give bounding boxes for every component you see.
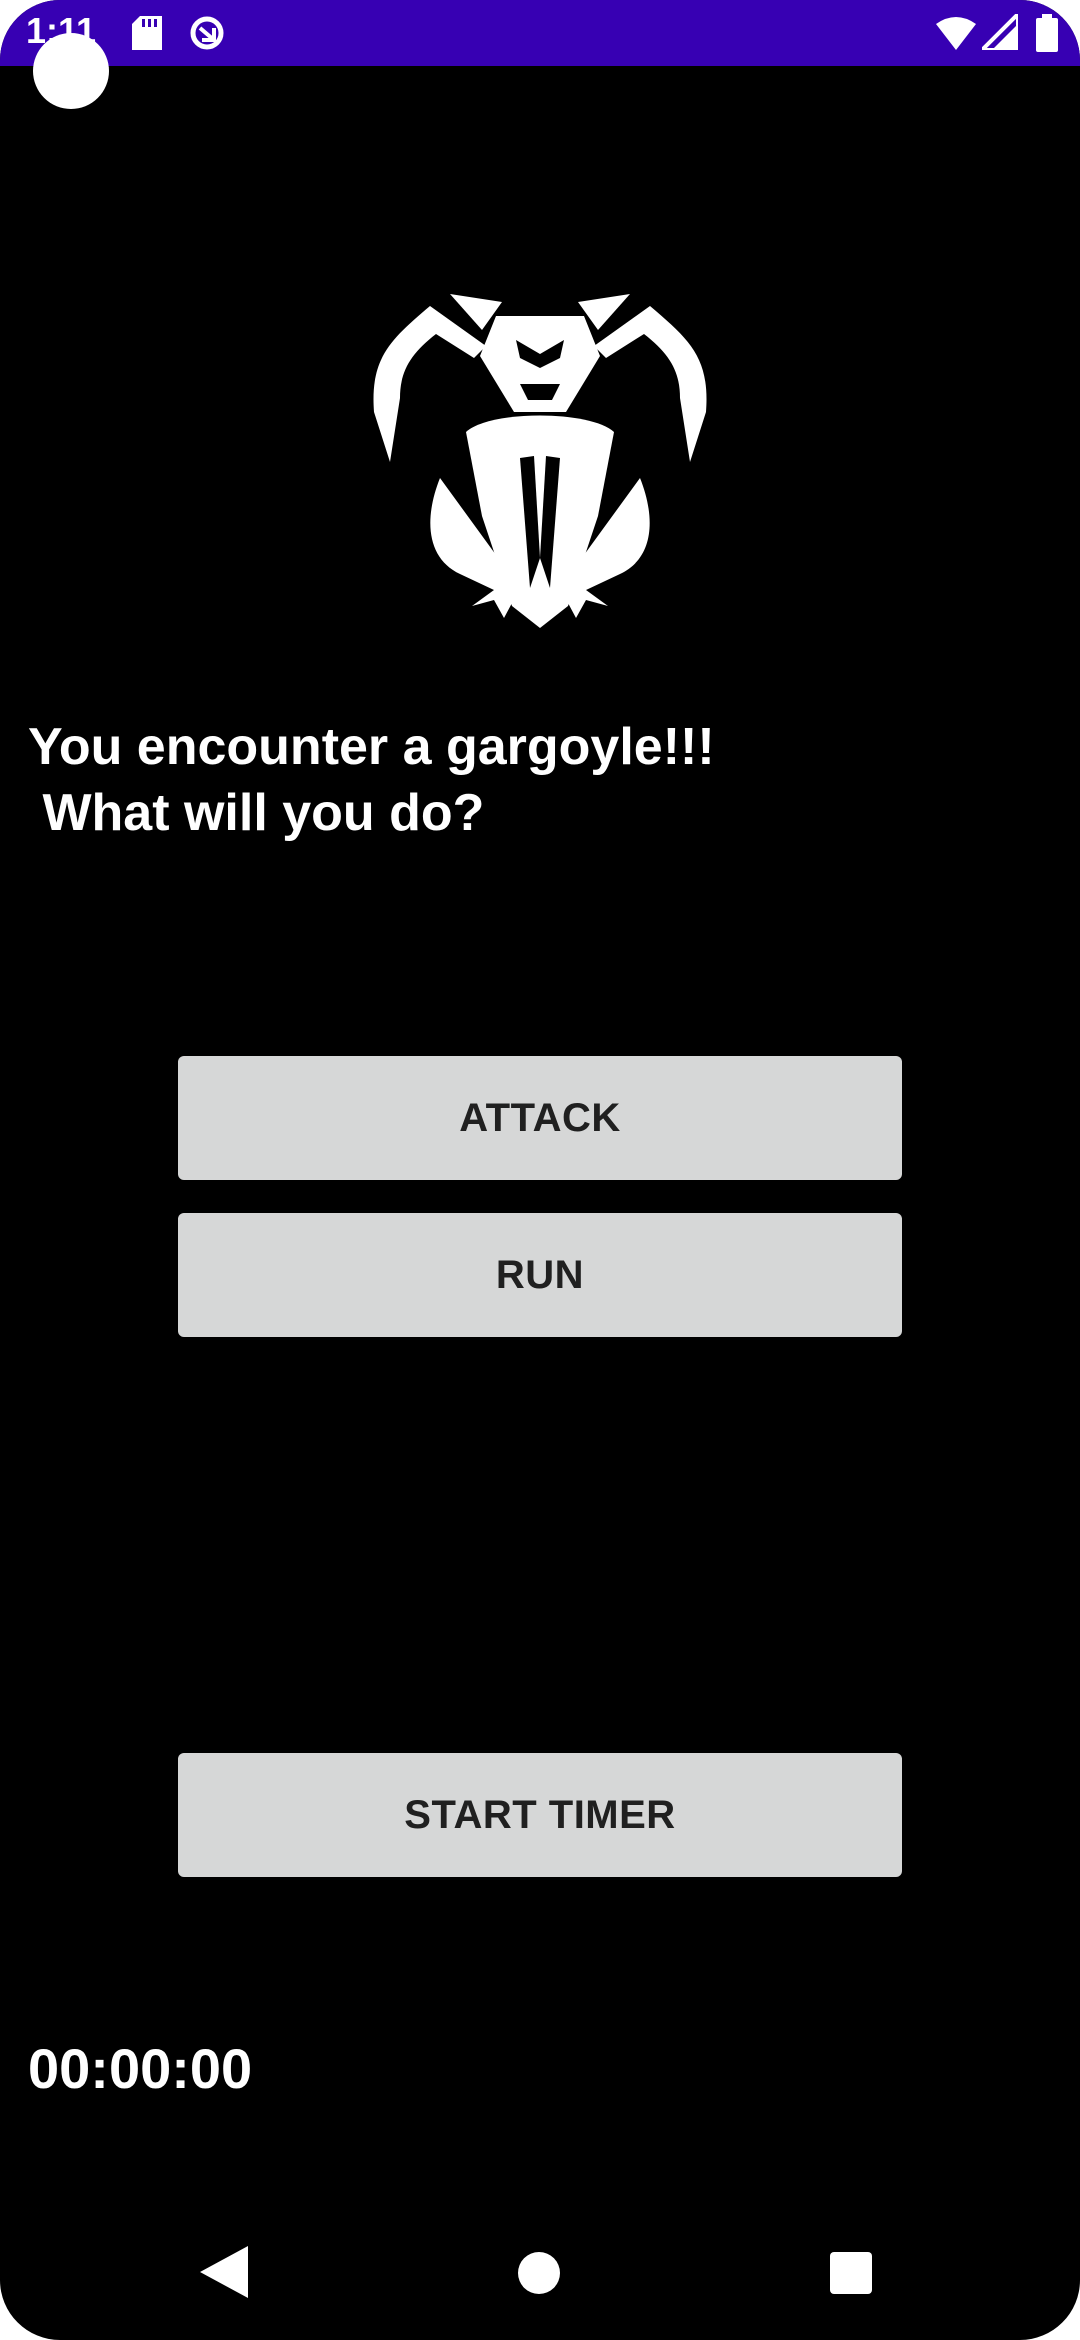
attack-button[interactable]: ATTACK [178, 1056, 902, 1180]
timer-display: 00:00:00 [28, 2037, 253, 2100]
sd-card-icon [132, 16, 162, 55]
recents-icon[interactable] [830, 2252, 872, 2294]
battery-icon [1036, 14, 1058, 57]
app-screen: 1:11 You encounter a gargoyle!!! What wi… [0, 0, 1080, 2340]
status-bar: 1:11 [0, 0, 1080, 66]
sync-icon [188, 14, 226, 57]
wifi-icon [936, 16, 976, 55]
gargoyle-icon [370, 288, 710, 628]
camera-cutout [33, 33, 109, 109]
back-icon[interactable] [200, 2246, 248, 2303]
encounter-message: You encounter a gargoyle!!! What will yo… [28, 718, 715, 842]
signal-icon [977, 9, 1020, 55]
run-button[interactable]: RUN [178, 1213, 902, 1337]
home-icon[interactable] [518, 2252, 560, 2294]
start-timer-button[interactable]: START TIMER [178, 1753, 902, 1877]
